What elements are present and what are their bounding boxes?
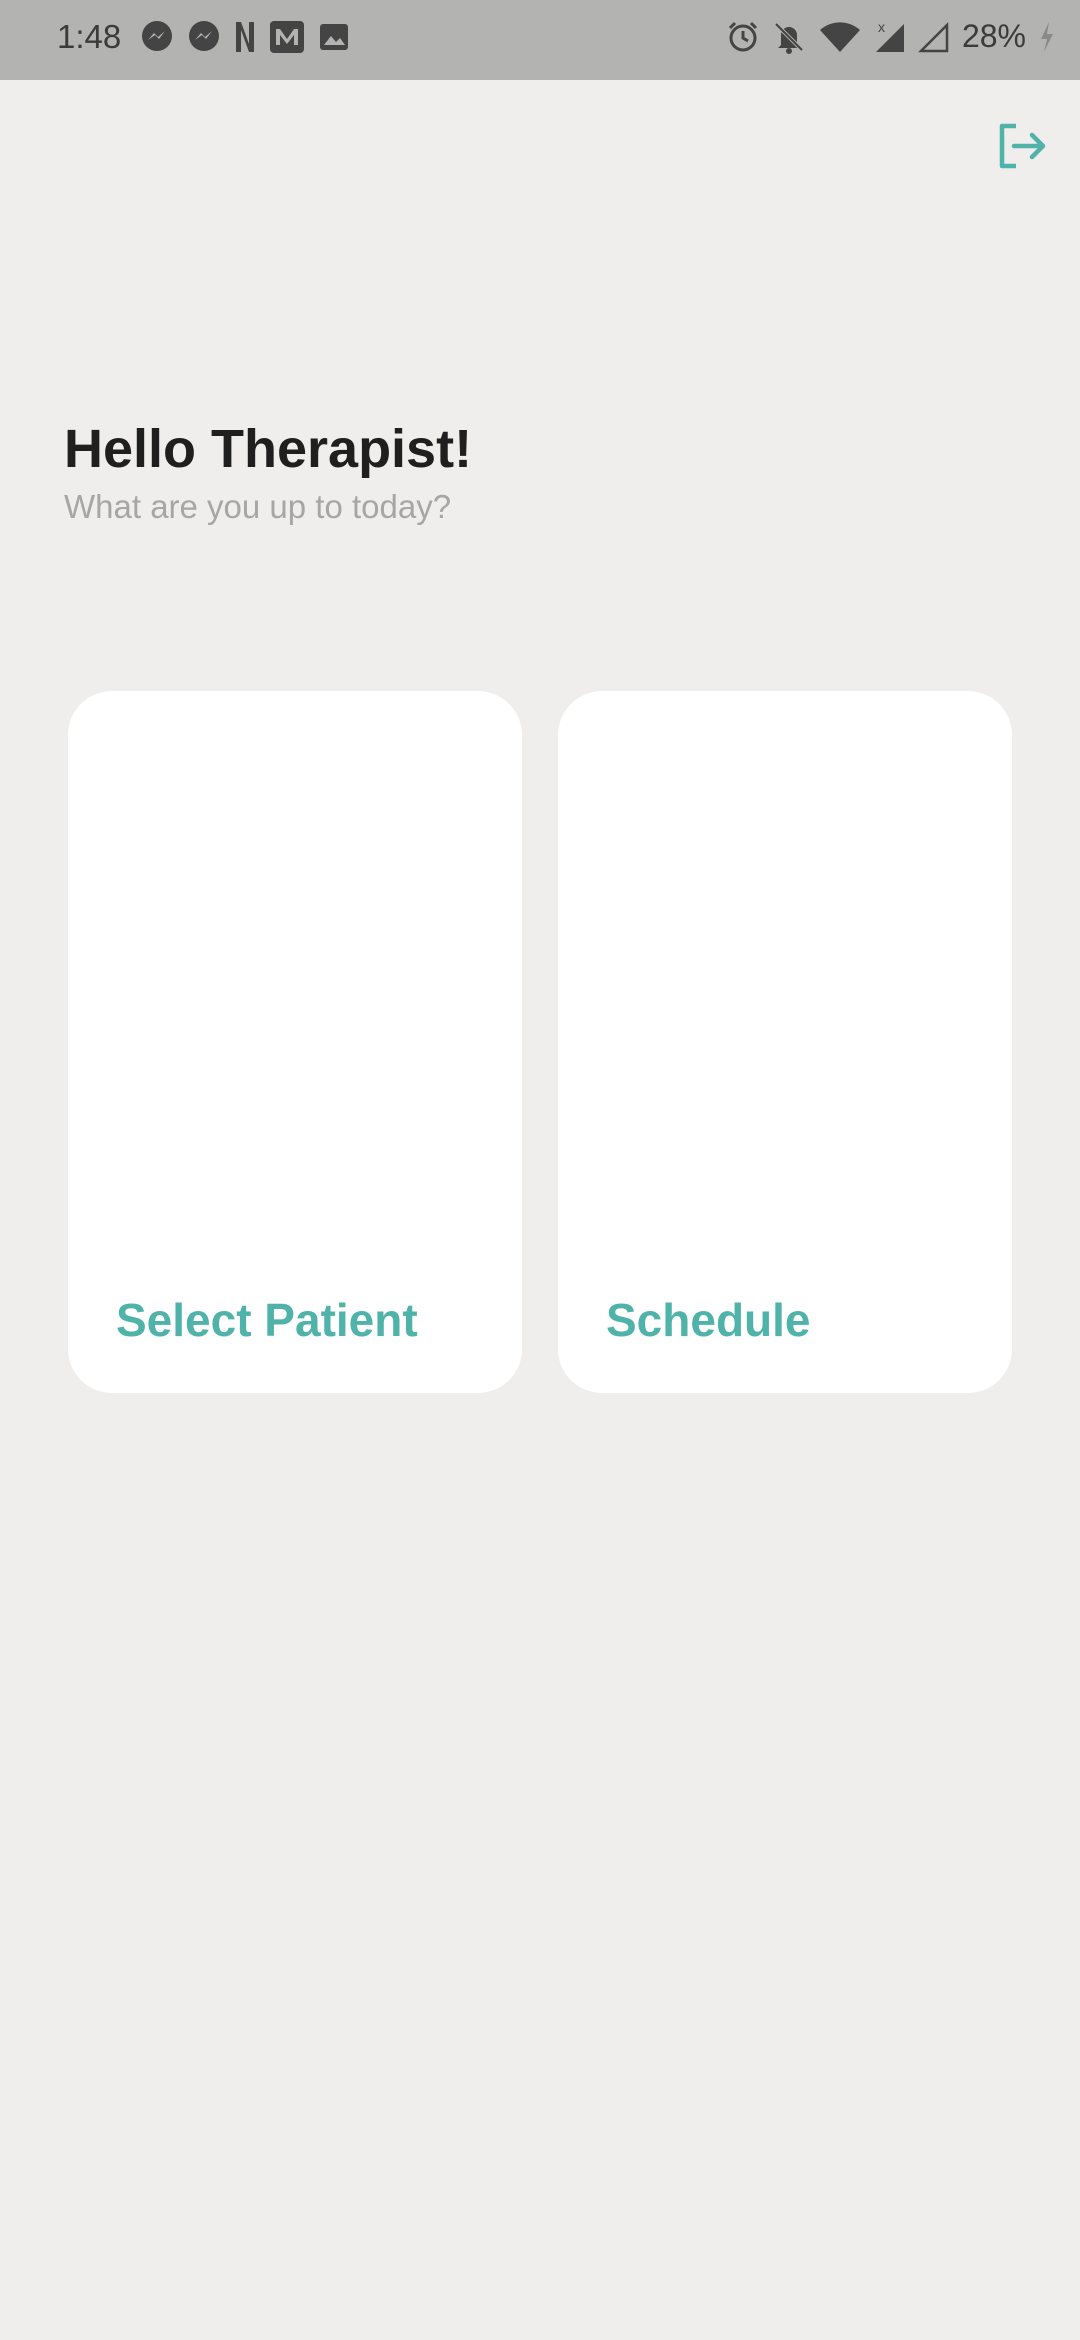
alarm-icon (726, 20, 760, 54)
medium-icon (269, 20, 305, 54)
svg-text:x: x (878, 20, 885, 35)
signal-icon: x (874, 20, 906, 54)
logout-button[interactable] (994, 118, 1050, 174)
messenger-icon (187, 20, 221, 54)
image-icon (318, 21, 350, 53)
logout-icon (996, 122, 1048, 170)
bell-off-icon (772, 20, 806, 54)
notification-icons (140, 20, 350, 54)
netflix-icon (234, 20, 256, 54)
messenger-icon (140, 20, 174, 54)
page-title: Hello Therapist! (64, 419, 473, 479)
battery-percentage: 28% (961, 18, 1026, 54)
select-patient-card[interactable]: Select Patient (68, 691, 522, 1393)
charging-icon (1038, 20, 1056, 54)
signal-empty-icon (917, 20, 950, 54)
schedule-label: Schedule (606, 1294, 811, 1346)
page-subtitle: What are you up to today? (64, 488, 452, 525)
system-icons: x 28% (726, 18, 1056, 55)
schedule-card[interactable]: Schedule (558, 691, 1012, 1393)
wifi-icon (818, 20, 862, 54)
status-bar: 1:48 x 28% (0, 0, 1080, 80)
select-patient-label: Select Patient (116, 1294, 418, 1346)
status-time: 1:48 (57, 18, 122, 55)
